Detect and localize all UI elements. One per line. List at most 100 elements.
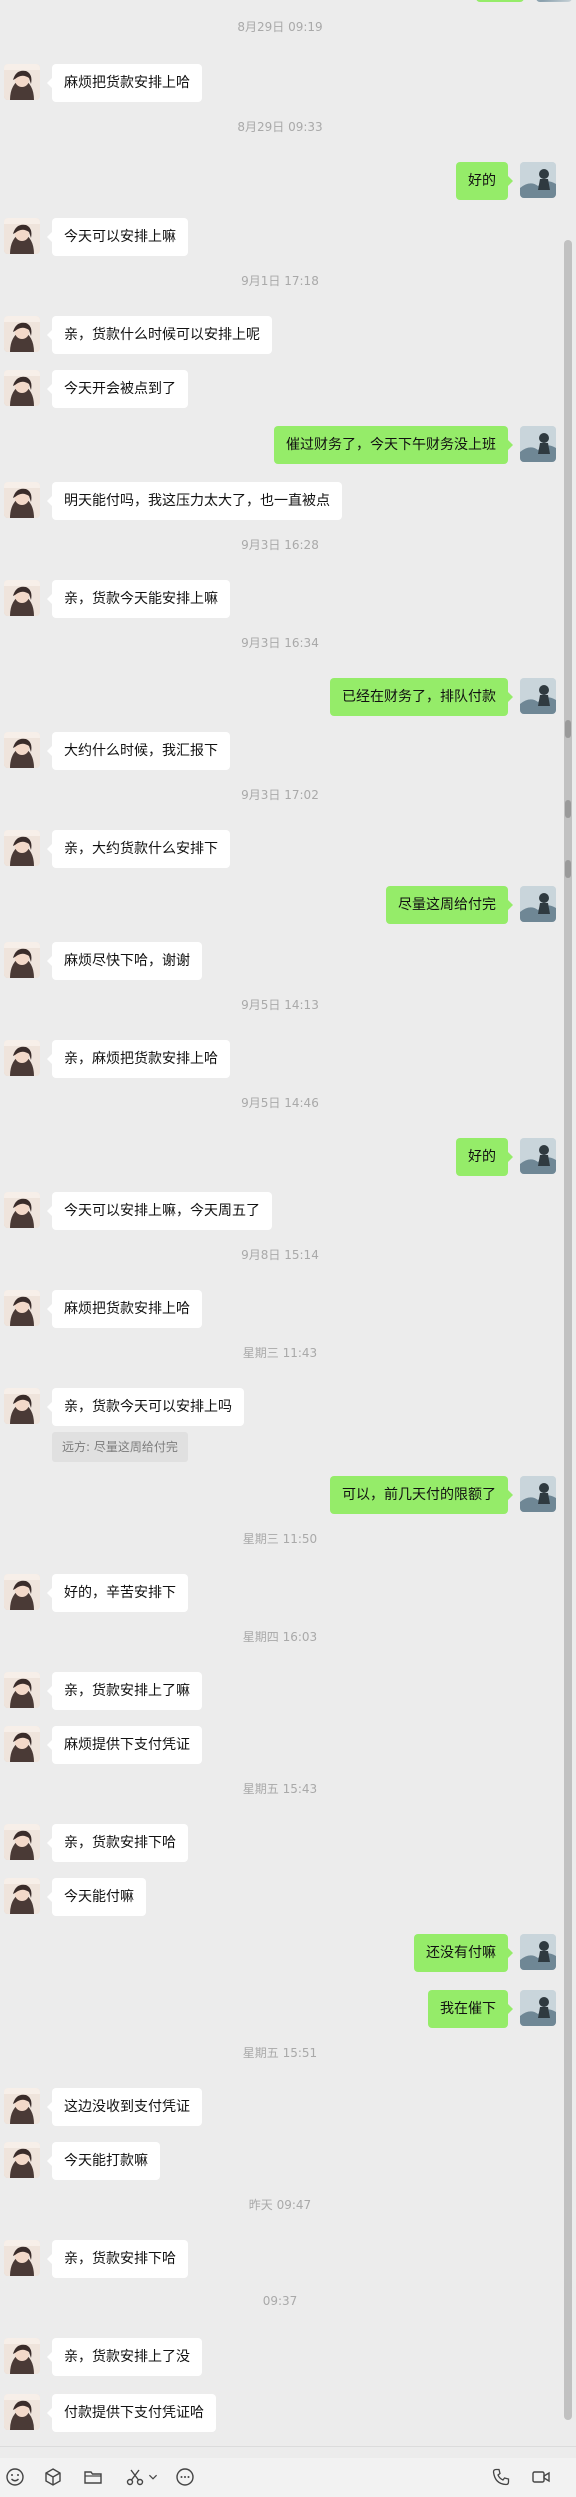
message-bubble[interactable]: 麻烦把货款安排上哈	[47, 64, 202, 102]
contact-avatar[interactable]	[4, 1824, 40, 1860]
incoming-message: 这边没收到支付凭证	[0, 2088, 560, 2126]
contact-avatar[interactable]	[4, 2088, 40, 2124]
incoming-message: 今天可以安排上嘛，今天周五了	[0, 1192, 560, 1230]
message-bubble[interactable]: 付款提供下支付凭证哈	[47, 2394, 216, 2432]
scissors-icon[interactable]	[122, 2464, 148, 2490]
message-bubble[interactable]: 已经在财务了，排队付款	[330, 678, 513, 716]
incoming-message: 明天能付吗，我这压力太大了，也一直被点	[0, 482, 560, 520]
message-bubble[interactable]: 亲，货款安排上了没	[47, 2338, 202, 2376]
contact-avatar[interactable]	[4, 1726, 40, 1762]
message-bubble[interactable]: 明天能付吗，我这压力太大了，也一直被点	[47, 482, 342, 520]
message-bubble[interactable]: 我在催下	[428, 1990, 513, 2028]
my-avatar[interactable]	[520, 1934, 556, 1970]
contact-avatar[interactable]	[4, 1672, 40, 1708]
incoming-message: 麻烦把货款安排上哈	[0, 1290, 560, 1328]
message-bubble[interactable]: 大约什么时候，我汇报下	[47, 732, 230, 770]
message-bubble[interactable]: 好的	[456, 1138, 513, 1176]
folder-icon[interactable]	[80, 2464, 106, 2490]
message-bubble[interactable]: 麻烦尽快下哈，谢谢	[47, 942, 202, 980]
video-call-icon[interactable]	[528, 2464, 554, 2490]
message-bubble[interactable]: 今天可以安排上嘛	[47, 218, 188, 256]
my-avatar[interactable]	[520, 1138, 556, 1174]
message-bubble[interactable]: 麻烦提供下支付凭证	[47, 1726, 202, 1764]
contact-avatar[interactable]	[4, 732, 40, 768]
scroll-thumb[interactable]	[564, 240, 572, 2420]
contact-avatar[interactable]	[4, 1040, 40, 1076]
message-bubble[interactable]: 亲，货款安排下哈	[47, 2240, 188, 2278]
message-bubble[interactable]: 催过财务了，今天下午财务没上班	[274, 426, 513, 464]
incoming-message: 亲，货款什么时候可以安排上呢	[0, 316, 560, 354]
message-bubble[interactable]: 可以，前几天付的限额了	[330, 1476, 513, 1514]
message-bubble[interactable]: 今天能付嘛	[47, 1878, 146, 1916]
message-bubble[interactable]: 亲，货款安排下哈	[47, 1824, 188, 1862]
voice-call-icon[interactable]	[488, 2464, 514, 2490]
message-bubble[interactable]: 亲，货款安排上了嘛	[47, 1672, 202, 1710]
contact-avatar[interactable]	[4, 580, 40, 616]
contact-avatar[interactable]	[4, 830, 40, 866]
contact-avatar[interactable]	[4, 2240, 40, 2276]
message-bubble[interactable]: 这边没收到支付凭证	[47, 2088, 202, 2126]
message-bubble[interactable]: 好的，辛苦安排下	[47, 1574, 188, 1612]
my-avatar[interactable]	[520, 1476, 556, 1512]
message-bubble[interactable]: 麻烦把货款安排上哈	[47, 1290, 202, 1328]
my-avatar[interactable]	[520, 1990, 556, 2026]
contact-avatar[interactable]	[4, 1574, 40, 1610]
message-timestamp: 9月5日 14:13	[241, 998, 319, 1012]
contact-avatar[interactable]	[4, 316, 40, 352]
quoted-reply[interactable]: 远方: 尽量这周给付完	[52, 1432, 188, 1462]
message-bubble[interactable]: 亲，货款今天可以安排上吗	[47, 1388, 244, 1426]
contact-avatar[interactable]	[4, 1192, 40, 1228]
contact-avatar[interactable]	[4, 1878, 40, 1914]
contact-avatar[interactable]	[4, 1290, 40, 1326]
message-timestamp: 星期三 11:50	[242, 1532, 318, 1546]
incoming-message: 亲，货款今天可以安排上吗远方: 尽量这周给付完	[0, 1388, 560, 1466]
chat-scrollbar[interactable]	[560, 0, 576, 2440]
my-avatar[interactable]	[520, 426, 556, 462]
message-timestamp: 星期五 15:51	[242, 2046, 318, 2060]
contact-avatar[interactable]	[4, 942, 40, 978]
message-bubble[interactable]: 亲，大约货款什么安排下	[47, 830, 230, 868]
contact-avatar[interactable]	[4, 2142, 40, 2178]
message-timestamp: 星期四 16:03	[242, 1630, 318, 1644]
incoming-message: 亲，货款安排下哈	[0, 2240, 560, 2278]
outgoing-message: 好的	[0, 162, 560, 200]
message-timestamp: 9月3日 16:28	[241, 538, 319, 552]
incoming-message: 今天能付嘛	[0, 1878, 560, 1916]
message-bubble[interactable]: 尽量这周给付完	[386, 886, 513, 924]
contact-avatar[interactable]	[4, 2338, 40, 2374]
contact-avatar[interactable]	[4, 370, 40, 406]
message-bubble[interactable]: 还没有付嘛	[414, 1934, 513, 1972]
contact-avatar[interactable]	[4, 482, 40, 518]
incoming-message: 麻烦把货款安排上哈	[0, 64, 560, 102]
message-bubble[interactable]: 亲，货款什么时候可以安排上呢	[47, 316, 272, 354]
sticker-box-icon[interactable]	[40, 2464, 66, 2490]
message-bubble[interactable]: 今天开会被点到了	[47, 370, 188, 408]
contact-avatar[interactable]	[4, 64, 40, 100]
message-timestamp: 星期五 15:43	[242, 1782, 318, 1796]
incoming-message: 亲，货款安排上了没	[0, 2338, 560, 2376]
outgoing-message: 好的	[0, 1138, 560, 1176]
incoming-message: 亲，麻烦把货款安排上哈	[0, 1040, 560, 1078]
message-bubble[interactable]: 今天可以安排上嘛，今天周五了	[47, 1192, 272, 1230]
message-timestamp: 9月3日 17:02	[241, 788, 319, 802]
message-bubble[interactable]: 亲，麻烦把货款安排上哈	[47, 1040, 230, 1078]
chat-history-icon[interactable]	[172, 2464, 198, 2490]
incoming-message: 麻烦尽快下哈，谢谢	[0, 942, 560, 980]
previous-outgoing-bubble	[476, 0, 524, 2]
contact-avatar[interactable]	[4, 218, 40, 254]
incoming-message: 好的，辛苦安排下	[0, 1574, 560, 1612]
message-bubble[interactable]: 亲，货款今天能安排上嘛	[47, 580, 230, 618]
my-avatar[interactable]	[520, 678, 556, 714]
my-avatar[interactable]	[520, 886, 556, 922]
my-avatar[interactable]	[520, 162, 556, 198]
contact-avatar[interactable]	[4, 2394, 40, 2430]
chat-message-list[interactable]: 8月29日 09:19 麻烦把货款安排上哈 8月29日 09:33 好的 今天可以安排上…	[0, 0, 576, 2440]
message-bubble[interactable]: 今天能打款嘛	[47, 2142, 160, 2180]
message-timestamp: 9月1日 17:18	[241, 274, 319, 288]
message-bubble[interactable]: 好的	[456, 162, 513, 200]
contact-avatar[interactable]	[4, 1388, 40, 1424]
outgoing-message: 我在催下	[0, 1990, 560, 2028]
chevron-down-icon[interactable]	[146, 2464, 160, 2490]
emoji-icon[interactable]	[2, 2464, 28, 2490]
outgoing-message: 已经在财务了，排队付款	[0, 678, 560, 716]
